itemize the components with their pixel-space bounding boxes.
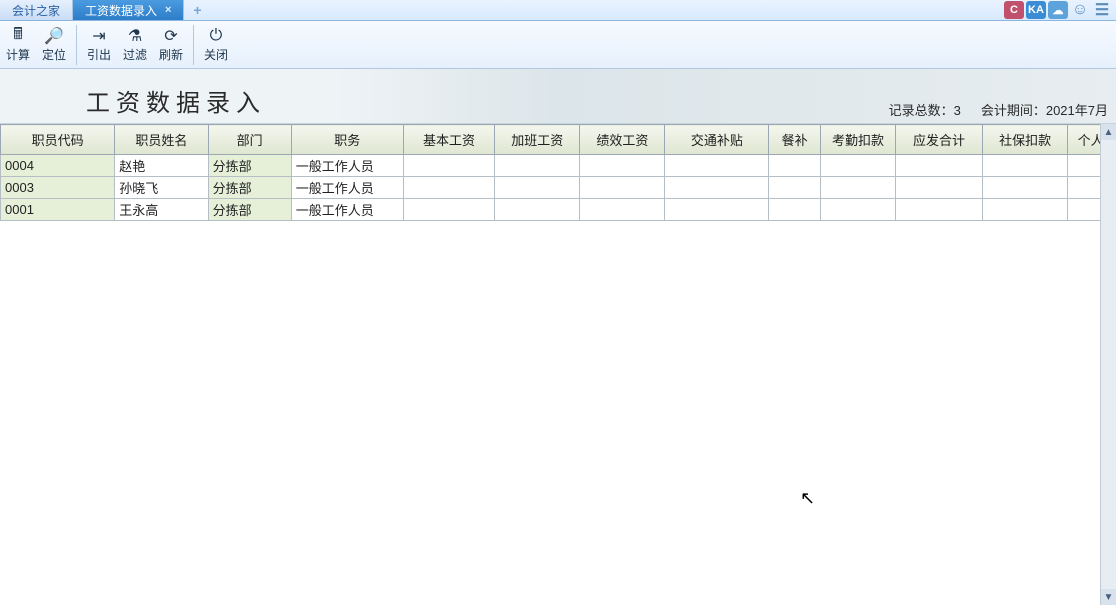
toolbar-label: 计算 (6, 46, 30, 63)
cell[interactable] (580, 177, 665, 199)
cell[interactable]: 0004 (1, 155, 115, 177)
cell[interactable] (403, 155, 494, 177)
cell[interactable] (495, 155, 580, 177)
cell[interactable] (769, 177, 821, 199)
cell[interactable] (580, 199, 665, 221)
cell[interactable]: 王永高 (115, 199, 208, 221)
column-header[interactable]: 职务 (291, 125, 403, 155)
column-header[interactable]: 职员代码 (1, 125, 115, 155)
table-header-row: 职员代码职员姓名部门职务基本工资加班工资绩效工资交通补贴餐补考勤扣款应发合计社保… (1, 125, 1114, 155)
cell[interactable] (495, 199, 580, 221)
page-banner: 工资数据录入 记录总数：3 会计期间：2021年7月 (0, 69, 1116, 124)
cell[interactable]: 0001 (1, 199, 115, 221)
record-count: 记录总数：3 (889, 100, 961, 119)
toolbar-label: 刷新 (159, 46, 183, 63)
toolbar-引出-button[interactable]: ⇥引出 (81, 23, 117, 67)
cell[interactable] (821, 177, 896, 199)
cloud-icon[interactable]: ☁ (1048, 1, 1068, 19)
tab-label: 会计之家 (12, 2, 60, 19)
cell[interactable]: 孙晓飞 (115, 177, 208, 199)
cell[interactable] (895, 177, 982, 199)
page-title: 工资数据录入 (86, 83, 266, 118)
toolbar: 🖩计算🔎定位⇥引出⚗过滤⟳刷新⏻关闭 (0, 21, 1116, 69)
cell[interactable]: 分拣部 (208, 155, 291, 177)
cell[interactable] (665, 155, 769, 177)
cell[interactable]: 一般工作人员 (291, 199, 403, 221)
toolbar-icon: ⟳ (164, 26, 177, 46)
column-header[interactable]: 绩效工资 (580, 125, 665, 155)
column-header[interactable]: 考勤扣款 (821, 125, 896, 155)
toolbar-label: 引出 (87, 46, 111, 63)
cell[interactable] (895, 199, 982, 221)
toolbar-icon: 🖩 (13, 26, 23, 46)
toolbar-刷新-button[interactable]: ⟳刷新 (153, 23, 189, 67)
cell[interactable] (983, 155, 1068, 177)
toolbar-过滤-button[interactable]: ⚗过滤 (117, 23, 153, 67)
column-header[interactable]: 基本工资 (403, 125, 494, 155)
toolbar-separator (76, 25, 77, 65)
column-header[interactable]: 交通补贴 (665, 125, 769, 155)
toolbar-关闭-button[interactable]: ⏻关闭 (198, 23, 234, 67)
vertical-scrollbar[interactable]: ▲ ▼ (1100, 124, 1116, 605)
smile-icon[interactable]: ☺ (1070, 1, 1090, 19)
toolbar-icon: ⏻ (210, 26, 223, 46)
column-header[interactable]: 应发合计 (895, 125, 982, 155)
salary-table[interactable]: 职员代码职员姓名部门职务基本工资加班工资绩效工资交通补贴餐补考勤扣款应发合计社保… (0, 124, 1114, 221)
column-header[interactable]: 部门 (208, 125, 291, 155)
column-header[interactable]: 餐补 (769, 125, 821, 155)
cell[interactable] (895, 155, 982, 177)
data-grid-wrapper: 职员代码职员姓名部门职务基本工资加班工资绩效工资交通补贴餐补考勤扣款应发合计社保… (0, 124, 1116, 605)
cell[interactable] (665, 199, 769, 221)
cell[interactable] (403, 177, 494, 199)
cell[interactable] (403, 199, 494, 221)
cell[interactable]: 赵艳 (115, 155, 208, 177)
cell[interactable]: 分拣部 (208, 199, 291, 221)
cell[interactable] (665, 177, 769, 199)
toolbar-icon: 🔎 (44, 26, 64, 46)
table-row[interactable]: 0001王永高分拣部一般工作人员 (1, 199, 1114, 221)
table-row[interactable]: 0004赵艳分拣部一般工作人员 (1, 155, 1114, 177)
accounting-period: 会计期间：2021年7月 (981, 100, 1108, 119)
cell[interactable]: 0003 (1, 177, 115, 199)
toolbar-label: 关闭 (204, 46, 228, 63)
cell[interactable]: 一般工作人员 (291, 177, 403, 199)
cell[interactable]: 分拣部 (208, 177, 291, 199)
tab-salary-entry[interactable]: 工资数据录入 × (73, 0, 184, 20)
scroll-up-icon[interactable]: ▲ (1101, 124, 1116, 140)
new-tab-button[interactable]: + (186, 1, 208, 19)
column-header[interactable]: 职员姓名 (115, 125, 208, 155)
menu-icon[interactable]: ☰ (1092, 1, 1112, 19)
cell[interactable] (983, 177, 1068, 199)
app-icon-ka[interactable]: KA (1026, 1, 1046, 19)
cell[interactable] (983, 199, 1068, 221)
toolbar-label: 定位 (42, 46, 66, 63)
app-icon-c[interactable]: C (1004, 1, 1024, 19)
toolbar-separator (193, 25, 194, 65)
toolbar-计算-button[interactable]: 🖩计算 (0, 23, 36, 67)
cell[interactable] (769, 155, 821, 177)
tab-close-icon[interactable]: × (165, 4, 171, 16)
table-row[interactable]: 0003孙晓飞分拣部一般工作人员 (1, 177, 1114, 199)
toolbar-定位-button[interactable]: 🔎定位 (36, 23, 72, 67)
tab-bar: 会计之家 工资数据录入 × + C KA ☁ ☺ ☰ (0, 0, 1116, 21)
tab-label: 工资数据录入 (85, 2, 157, 19)
scroll-down-icon[interactable]: ▼ (1101, 589, 1116, 605)
cell[interactable] (580, 155, 665, 177)
cell[interactable]: 一般工作人员 (291, 155, 403, 177)
cell[interactable] (821, 155, 896, 177)
cell[interactable] (821, 199, 896, 221)
toolbar-label: 过滤 (123, 46, 147, 63)
toolbar-icon: ⇥ (92, 26, 105, 46)
titlebar-icons: C KA ☁ ☺ ☰ (1004, 1, 1116, 19)
cell[interactable] (769, 199, 821, 221)
column-header[interactable]: 社保扣款 (983, 125, 1068, 155)
tab-home[interactable]: 会计之家 (0, 0, 73, 20)
cell[interactable] (495, 177, 580, 199)
toolbar-icon: ⚗ (128, 26, 142, 46)
column-header[interactable]: 加班工资 (495, 125, 580, 155)
